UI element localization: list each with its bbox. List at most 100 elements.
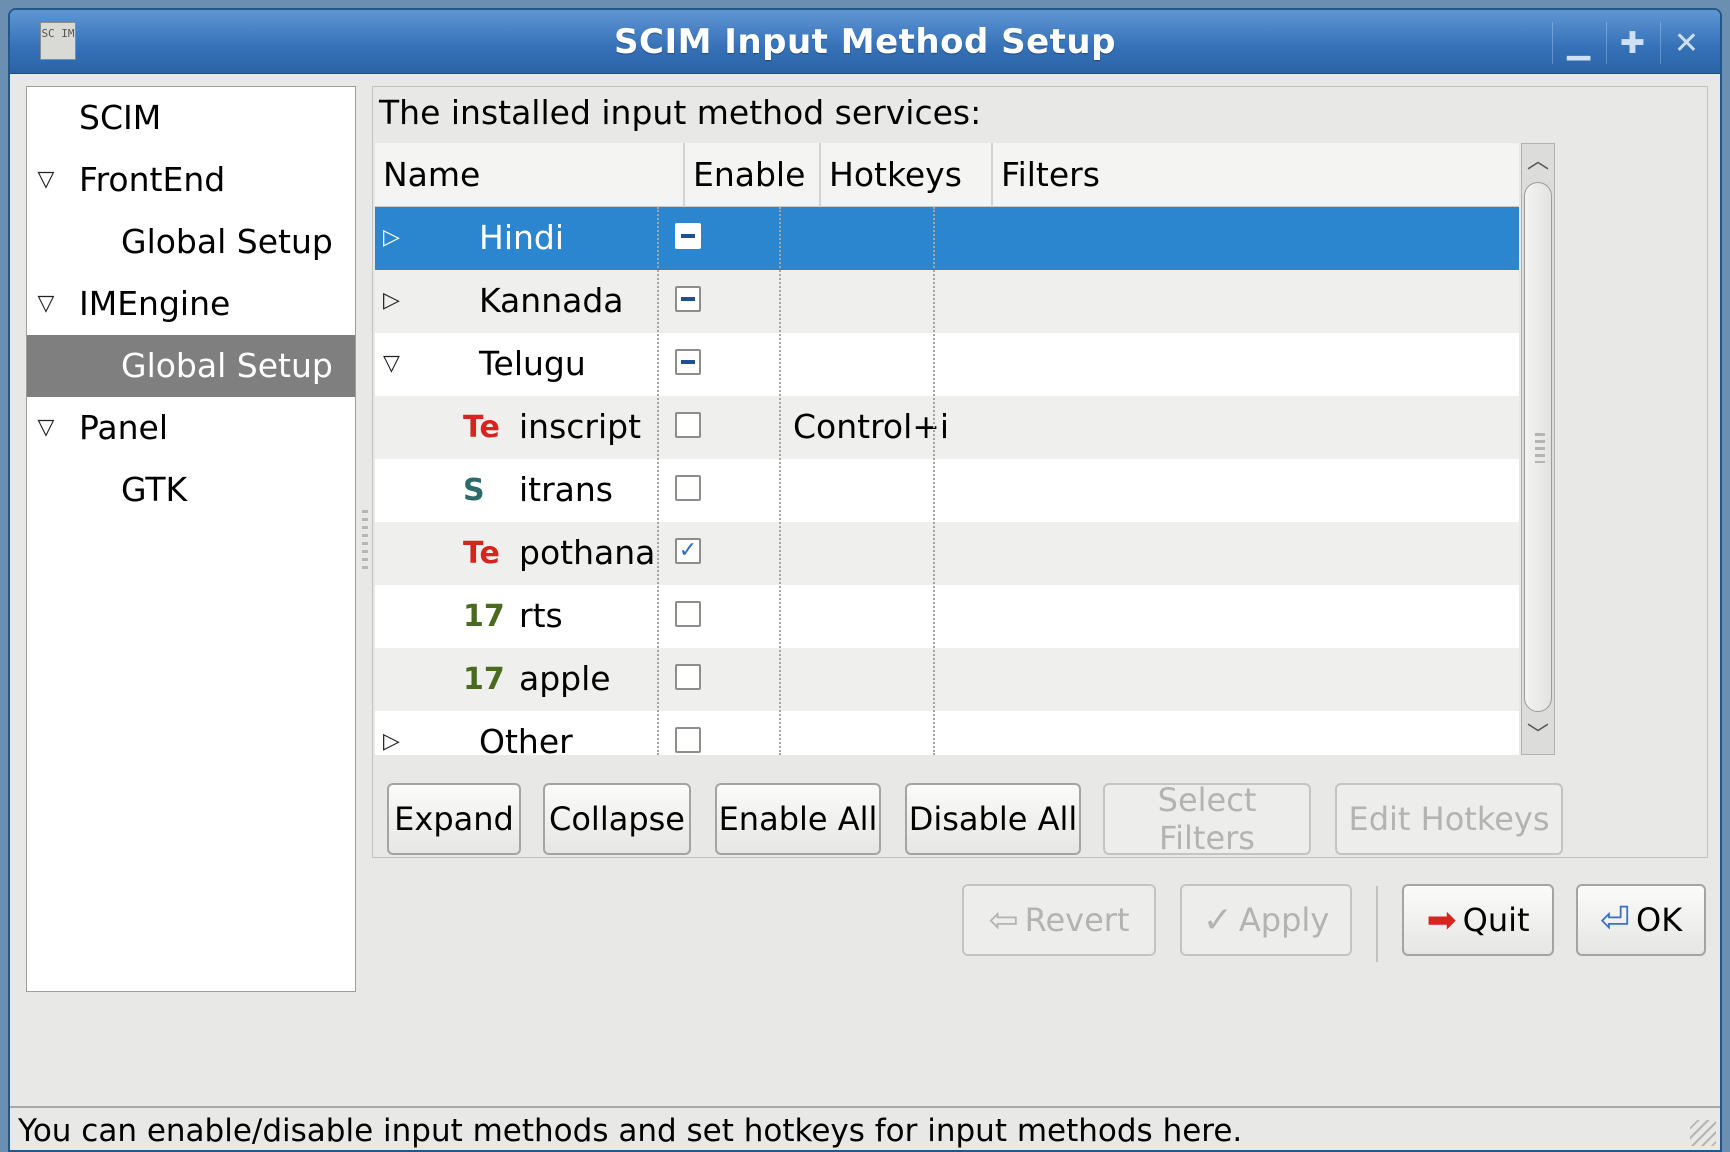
enable-checkbox[interactable]	[675, 475, 701, 501]
tree-item-label: Global Setup	[121, 222, 333, 261]
status-bar: You can enable/disable input methods and…	[10, 1106, 1720, 1150]
scrollbar-thumb[interactable]	[1524, 182, 1552, 712]
tree-item-label: FrontEnd	[79, 160, 226, 199]
table-scrollbar[interactable]: ︿ ﹀	[1521, 143, 1555, 755]
scroll-up-icon[interactable]: ︿	[1522, 144, 1554, 180]
ok-label: OK	[1636, 901, 1683, 939]
row-name: Hindi	[479, 218, 565, 257]
enable-checkbox[interactable]	[675, 349, 701, 375]
ok-button[interactable]: ⏎ OK	[1576, 884, 1706, 956]
imengine-settings-panel: The installed input method services: Nam…	[372, 86, 1708, 858]
table-row[interactable]: Te inscript Control+i	[375, 396, 1519, 459]
pane-resize-handle[interactable]	[362, 510, 368, 570]
expander-icon[interactable]: ▷	[383, 207, 400, 269]
maximize-button[interactable]: ✚	[1606, 22, 1658, 64]
row-name: pothana	[519, 533, 656, 572]
itrans-icon: S	[463, 473, 485, 508]
table-row[interactable]: Te pothana ✓	[375, 522, 1519, 585]
expander-icon[interactable]: ▷	[383, 270, 400, 332]
revert-label: Revert	[1024, 901, 1130, 939]
button-separator	[1376, 886, 1378, 962]
table-row[interactable]: ▷ Hindi	[375, 207, 1519, 270]
tree-item-scim[interactable]: SCIM	[27, 87, 355, 149]
quit-button[interactable]: ➡ Quit	[1402, 884, 1554, 956]
row-name: Kannada	[479, 281, 624, 320]
table-row[interactable]: ▽ Telugu	[375, 333, 1519, 396]
enable-checkbox[interactable]	[675, 601, 701, 627]
tree-item-label: GTK	[121, 470, 188, 509]
resize-grip[interactable]	[1690, 1120, 1716, 1146]
enable-checkbox[interactable]	[675, 412, 701, 438]
apply-label: Apply	[1238, 901, 1330, 939]
table-row[interactable]: S itrans	[375, 459, 1519, 522]
m17n-icon: 17	[463, 662, 505, 697]
te-icon: Te	[463, 410, 500, 445]
tree-item-label: Global Setup	[121, 346, 333, 385]
row-name: rts	[519, 596, 563, 635]
window-controls: ▁ ✚ ✕	[1550, 22, 1712, 64]
tree-item-frontend[interactable]: ▽ FrontEnd	[27, 149, 355, 211]
window-title: SCIM Input Method Setup	[614, 22, 1116, 62]
tree-item-label: Panel	[79, 408, 169, 447]
expander-icon[interactable]: ▷	[383, 711, 400, 755]
table-header: Name Enable Hotkeys Filters	[375, 143, 1519, 207]
apply-icon: ✓	[1202, 899, 1233, 941]
column-divider	[933, 207, 935, 755]
hotkey-value: Control+i	[793, 407, 950, 446]
column-header-hotkeys[interactable]: Hotkeys	[821, 143, 993, 207]
revert-button[interactable]: ⇦ Revert	[962, 884, 1156, 956]
expander-icon[interactable]: ▽	[35, 149, 57, 211]
table-row[interactable]: 17 apple	[375, 648, 1519, 711]
tree-item-label: SCIM	[79, 98, 162, 137]
expand-button[interactable]: Expand	[387, 783, 521, 855]
apply-button[interactable]: ✓ Apply	[1180, 884, 1352, 956]
quit-label: Quit	[1462, 901, 1530, 939]
panel-caption: The installed input method services:	[379, 93, 982, 132]
disable-all-button[interactable]: Disable All	[905, 783, 1081, 855]
enable-all-button[interactable]: Enable All	[715, 783, 881, 855]
enable-checkbox[interactable]	[675, 727, 701, 753]
input-method-table[interactable]: Name Enable Hotkeys Filters ▷ Hindi ▷ Ka…	[375, 143, 1519, 755]
table-row[interactable]: ▷ Other	[375, 711, 1519, 755]
column-header-name[interactable]: Name	[375, 143, 685, 207]
row-name: inscript	[519, 407, 642, 446]
tree-item-label: IMEngine	[79, 284, 231, 323]
row-name: itrans	[519, 470, 614, 509]
m17n-icon: 17	[463, 599, 505, 634]
tree-item-panel[interactable]: ▽ Panel	[27, 397, 355, 459]
minimize-button[interactable]: ▁	[1552, 22, 1604, 64]
revert-icon: ⇦	[988, 899, 1019, 941]
tree-item-frontend-global-setup[interactable]: Global Setup	[27, 211, 355, 273]
tree-item-imengine[interactable]: ▽ IMEngine	[27, 273, 355, 335]
tree-item-imengine-global-setup[interactable]: Global Setup	[27, 335, 355, 397]
enable-checkbox-checked[interactable]: ✓	[675, 538, 701, 564]
row-name: apple	[519, 659, 611, 698]
table-row[interactable]: ▷ Kannada	[375, 270, 1519, 333]
scim-setup-window: SC IM SCIM Input Method Setup ▁ ✚ ✕ SCIM…	[8, 8, 1722, 1152]
row-name: Other	[479, 722, 573, 755]
column-divider	[657, 207, 659, 755]
quit-icon: ➡	[1426, 899, 1457, 941]
enable-checkbox[interactable]	[675, 664, 701, 690]
scrollbar-grip	[1535, 433, 1545, 463]
column-header-enable[interactable]: Enable	[685, 143, 821, 207]
tree-item-gtk[interactable]: GTK	[27, 459, 355, 521]
select-filters-button[interactable]: Select Filters	[1103, 781, 1311, 857]
ok-icon: ⏎	[1599, 899, 1630, 941]
expander-icon[interactable]: ▽	[35, 273, 57, 335]
column-divider	[779, 207, 781, 755]
dialog-buttons: ⇦ Revert ✓ Apply ➡ Quit ⏎ OK	[10, 876, 1720, 968]
enable-checkbox[interactable]	[675, 223, 701, 249]
settings-tree[interactable]: SCIM ▽ FrontEnd Global Setup ▽ IMEngine …	[26, 86, 356, 992]
table-row[interactable]: 17 rts	[375, 585, 1519, 648]
enable-checkbox[interactable]	[675, 286, 701, 312]
expander-icon[interactable]: ▽	[383, 333, 400, 395]
scroll-down-icon[interactable]: ﹀	[1522, 718, 1554, 754]
title-bar[interactable]: SC IM SCIM Input Method Setup ▁ ✚ ✕	[10, 10, 1720, 74]
row-name: Telugu	[479, 344, 586, 383]
close-button[interactable]: ✕	[1660, 22, 1712, 64]
collapse-button[interactable]: Collapse	[543, 783, 691, 855]
edit-hotkeys-button[interactable]: Edit Hotkeys	[1335, 783, 1563, 855]
expander-icon[interactable]: ▽	[35, 397, 57, 459]
column-header-filters[interactable]: Filters	[993, 143, 1519, 207]
